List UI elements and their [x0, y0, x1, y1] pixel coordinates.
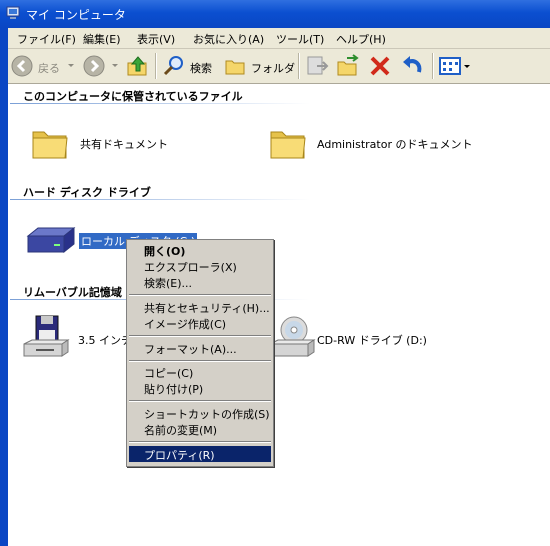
shared-documents-item[interactable]: 共有ドキュメント [28, 122, 228, 164]
menu-item-search[interactable]: 検索(E)... [129, 274, 271, 290]
group-header-removable: リムーバブル記憶域 [23, 286, 122, 299]
menu-item-explorer[interactable]: エクスプローラ(X) [129, 258, 271, 274]
views-button[interactable] [438, 54, 472, 78]
folder-icon [270, 131, 306, 159]
back-dropdown-icon[interactable] [68, 64, 74, 67]
title-bar[interactable]: マイ コンピュータ [0, 0, 550, 28]
menu-bar: ファイル(F) 編集(E) 表示(V) お気に入り(A) ツール(T) ヘルプ(… [0, 28, 550, 49]
floppy-drive-icon [23, 315, 70, 357]
cd-rw-drive-item[interactable]: CD-RW ドライブ (D:) [266, 314, 466, 362]
file-view[interactable]: このコンピュータに保管されているファイル 共有ドキュメント Administra… [8, 84, 550, 546]
forward-button[interactable] [82, 54, 106, 78]
my-computer-icon [6, 6, 20, 19]
menu-item-properties[interactable]: プロパティ(R) [129, 446, 271, 462]
cd-rw-drive-label: CD-RW ドライブ (D:) [317, 334, 427, 347]
group-header-files: このコンピュータに保管されているファイル [23, 90, 243, 103]
toolbar: 戻る 検索 フォルダ [0, 49, 550, 84]
menu-separator [129, 294, 271, 296]
back-arrow-icon [11, 55, 33, 77]
administrator-documents-label: Administrator のドキュメント [317, 138, 473, 151]
menu-item-copy[interactable]: コピー(C) [129, 364, 271, 380]
window-title: マイ コンピュータ [26, 8, 126, 22]
back-label: 戻る [38, 62, 60, 75]
floppy-drive-item[interactable]: 3.5 インチ [22, 314, 142, 362]
hard-drive-icon [26, 226, 76, 254]
copy-to-icon [337, 54, 359, 76]
floppy-drive-label: 3.5 インチ [78, 334, 132, 347]
delete-x-icon [370, 56, 390, 76]
forward-dropdown-icon[interactable] [112, 64, 118, 67]
menu-item-open[interactable]: 開く(O) [129, 242, 271, 258]
move-to-icon [307, 56, 329, 75]
menu-edit[interactable]: 編集(E) [83, 31, 121, 47]
menu-separator [129, 400, 271, 402]
context-menu: 開く(O) エクスプローラ(X) 検索(E)... 共有とセキュリティ(H)..… [126, 239, 274, 467]
folder-icon [32, 131, 68, 159]
delete-button[interactable] [368, 54, 392, 78]
menu-favorites[interactable]: お気に入り(A) [193, 31, 264, 47]
menu-item-sharing-security[interactable]: 共有とセキュリティ(H)... [129, 299, 271, 315]
window-left-frame [0, 28, 8, 546]
shared-documents-label: 共有ドキュメント [80, 138, 168, 151]
search-icon [163, 56, 183, 76]
menu-help[interactable]: ヘルプ(H) [336, 31, 386, 47]
folders-icon [225, 60, 245, 75]
menu-separator [129, 335, 271, 337]
menu-view[interactable]: 表示(V) [137, 31, 175, 47]
menu-item-create-image[interactable]: イメージ作成(C) [129, 315, 271, 331]
copy-to-button[interactable] [335, 54, 361, 78]
search-button[interactable]: 検索 [162, 54, 220, 78]
group-header-hdd: ハード ディスク ドライブ [23, 186, 151, 199]
group-divider [10, 199, 310, 200]
menu-item-format[interactable]: フォーマット(A)... [129, 340, 271, 356]
up-folder-button[interactable] [125, 54, 151, 78]
views-icon [439, 57, 461, 75]
back-button[interactable]: 戻る [10, 54, 70, 78]
forward-arrow-icon [83, 55, 105, 77]
folders-label: フォルダ [251, 62, 295, 75]
views-dropdown-icon [464, 65, 470, 68]
menu-item-create-shortcut[interactable]: ショートカットの作成(S) [129, 405, 271, 421]
search-label: 検索 [190, 62, 212, 75]
undo-button[interactable] [399, 54, 425, 78]
up-folder-icon [127, 56, 147, 76]
cd-drive-icon [269, 316, 316, 357]
folders-button[interactable]: フォルダ [224, 54, 295, 78]
menu-tools[interactable]: ツール(T) [276, 31, 324, 47]
menu-item-rename[interactable]: 名前の変更(M) [129, 421, 271, 437]
administrator-documents-item[interactable]: Administrator のドキュメント [266, 122, 506, 164]
menu-separator [129, 360, 271, 362]
menu-separator [129, 441, 271, 443]
menu-file[interactable]: ファイル(F) [17, 31, 76, 47]
move-to-button[interactable] [305, 54, 331, 78]
undo-icon [403, 56, 422, 73]
group-divider [10, 103, 310, 104]
menu-item-paste[interactable]: 貼り付け(P) [129, 380, 271, 396]
